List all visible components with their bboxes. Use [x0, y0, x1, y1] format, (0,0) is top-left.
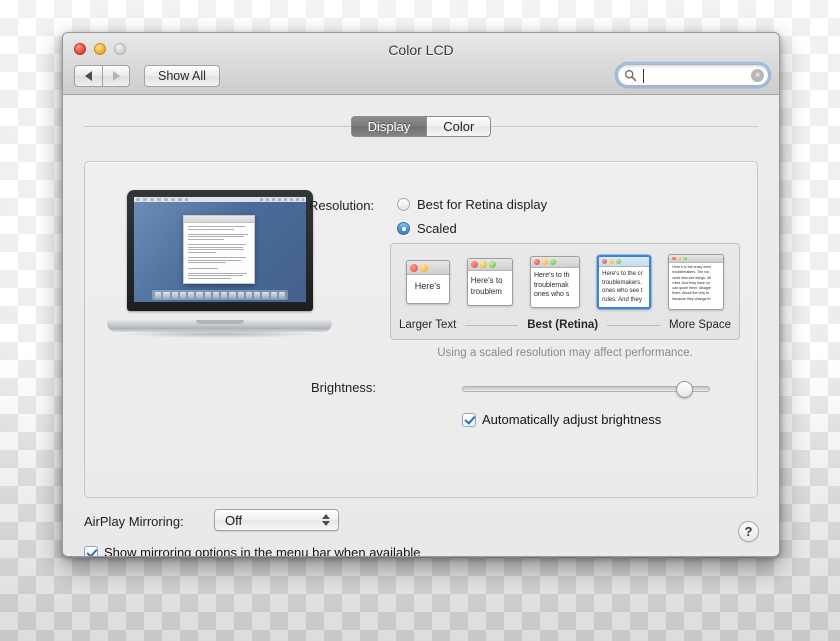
airplay-mirroring-popup[interactable]: Off: [214, 509, 339, 531]
chevron-right-icon: [112, 71, 120, 81]
tab-bar: Display Color: [63, 116, 779, 137]
window-title: Color LCD: [388, 42, 454, 58]
thumbnail-text: Here's to the cr troublemakers. ones who…: [602, 271, 643, 303]
window-body: Display Color Resolution: Best for Retin…: [63, 95, 779, 556]
thumb-minimize-icon: [609, 259, 615, 264]
thumb-close-icon: [470, 261, 478, 268]
brightness-slider-knob[interactable]: [675, 381, 693, 398]
checkbox-checked-icon[interactable]: [462, 412, 476, 427]
show-mirroring-options-checkbox-row[interactable]: Show mirroring options in the menu bar w…: [84, 545, 421, 557]
chevron-left-icon: [85, 71, 92, 81]
tab-color-label: Color: [443, 119, 475, 134]
thumbnail-titlebar: [467, 259, 512, 271]
macbook-notch: [195, 320, 244, 324]
label-best-retina: Best (Retina): [527, 319, 599, 331]
thumbnail-titlebar: [669, 255, 724, 263]
search-icon: [624, 69, 637, 82]
show-mirroring-options-label: Show mirroring options in the menu bar w…: [104, 545, 421, 557]
search-container: ×: [617, 64, 769, 86]
label-more-space: More Space: [668, 319, 731, 331]
thumbnail-text: Here's to the crazy ones troublemakers. …: [672, 265, 711, 301]
thumb-close-icon: [533, 259, 540, 265]
thumb-minimize-icon: [479, 261, 487, 268]
chevron-down-icon: [322, 521, 330, 526]
screen-glare: [134, 197, 306, 302]
thumb-zoom-icon: [488, 261, 496, 268]
macbook-screen: [134, 197, 306, 302]
thumb-minimize-icon: [419, 263, 428, 272]
toolbar: Show All ×: [63, 63, 779, 95]
tab-display-label: Display: [367, 119, 411, 134]
auto-brightness-label: Automatically adjust brightness: [482, 412, 662, 427]
resolution-thumbnails: Here's Here's to troublem Here's to th t…: [391, 253, 739, 311]
chevron-up-icon: [322, 514, 330, 519]
scaled-resolution-picker: Here's Here's to troublem Here's to th t…: [390, 243, 740, 340]
radio-button-icon: [397, 198, 410, 211]
search-field[interactable]: ×: [617, 64, 769, 86]
airplay-mirroring-value: Off: [225, 512, 243, 528]
thumb-minimize-icon: [541, 259, 548, 265]
picker-scale-labels: Larger Text Best (Retina) More Space: [391, 319, 739, 331]
radio-button-selected-icon: [397, 222, 410, 235]
picker-rule-left: [465, 324, 519, 326]
help-button[interactable]: ?: [738, 521, 759, 542]
thumbnail-titlebar: [406, 261, 449, 275]
thumbnail-text: Here's to th troublemak ones who s: [533, 272, 570, 298]
forward-button[interactable]: [102, 65, 130, 87]
brightness-slider[interactable]: [462, 381, 710, 398]
show-all-label: Show All: [158, 69, 206, 83]
thumbnail-titlebar: [530, 257, 579, 268]
displays-preferences-window: Color LCD Show All × Display Color Resol…: [62, 32, 780, 557]
radio-best-for-retina-label: Best for Retina display: [417, 197, 548, 212]
auto-brightness-checkbox-row[interactable]: Automatically adjust brightness: [462, 412, 661, 427]
resolution-thumbnail[interactable]: Here's to the crazy ones troublemakers. …: [668, 254, 725, 310]
navigation-buttons: [74, 65, 130, 87]
resolution-label: Resolution:: [309, 198, 375, 213]
thumb-zoom-icon: [683, 256, 687, 261]
thumb-close-icon: [672, 256, 676, 261]
window-titlebar: Color LCD Show All ×: [63, 33, 779, 95]
thumb-zoom-icon: [549, 259, 556, 265]
scaled-performance-note: Using a scaled resolution may affect per…: [437, 347, 693, 359]
thumb-close-icon: [409, 263, 418, 272]
search-text-cursor: [643, 69, 644, 83]
checkbox-checked-icon[interactable]: [84, 545, 98, 556]
macbook-lid: [127, 190, 313, 311]
resolution-thumbnail[interactable]: Here's to th troublemak ones who s: [529, 256, 580, 308]
resolution-thumbnail[interactable]: Here's: [405, 260, 450, 304]
clear-search-icon[interactable]: ×: [751, 69, 764, 82]
resolution-thumbnail-selected[interactable]: Here's to the cr troublemakers. ones who…: [597, 255, 652, 309]
popup-stepper-arrows-icon: [322, 514, 330, 526]
picker-rule-right: [607, 324, 660, 326]
airplay-mirroring-label: AirPlay Mirroring:: [84, 514, 184, 529]
thumb-minimize-icon: [677, 256, 682, 261]
resolution-thumbnail[interactable]: Here's to troublem: [466, 258, 513, 306]
thumbnail-titlebar: [599, 257, 650, 267]
macbook-shadow: [121, 330, 318, 338]
macbook-illustration: [107, 190, 332, 342]
back-button[interactable]: [74, 65, 102, 87]
brightness-label: Brightness:: [311, 380, 377, 395]
radio-best-for-retina[interactable]: Best for Retina display: [397, 197, 547, 212]
thumbnail-text: Here's to troublem: [470, 276, 503, 296]
radio-scaled-label: Scaled: [417, 221, 457, 236]
thumb-zoom-icon: [616, 259, 622, 264]
show-all-button[interactable]: Show All: [144, 65, 220, 87]
tab-color[interactable]: Color: [426, 116, 492, 137]
thumb-close-icon: [602, 259, 608, 264]
tab-display[interactable]: Display: [350, 116, 427, 137]
label-larger-text: Larger Text: [399, 319, 457, 331]
radio-scaled[interactable]: Scaled: [397, 221, 457, 236]
thumbnail-text: Here's: [414, 281, 441, 291]
display-settings-panel: Resolution: Best for Retina display Scal…: [84, 161, 758, 498]
